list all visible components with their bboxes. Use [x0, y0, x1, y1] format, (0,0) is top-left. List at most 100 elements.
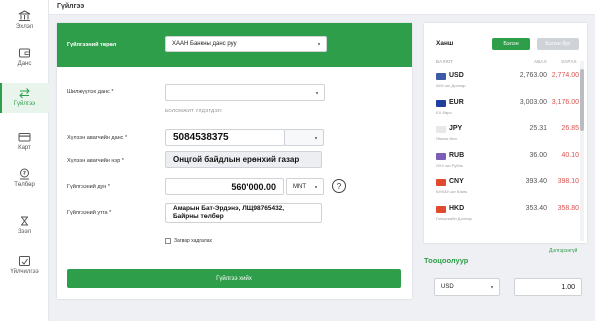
amount-label: Гүйлгээний дүн * — [67, 184, 111, 190]
rate-row: HKD Гонконгийн Доллар 353.40 358.80 — [424, 203, 587, 231]
flag-icon — [436, 126, 446, 133]
recipient-account-dropdown[interactable]: ▼ — [284, 129, 324, 146]
currency-value: MNT — [293, 183, 306, 190]
sidebar-item-transfer[interactable]: Гүйлгээ — [0, 83, 49, 113]
currency-name: АНУ-ын Доллар — [436, 83, 466, 88]
card-icon — [0, 131, 49, 143]
sell-rate: 2,774.00 — [551, 72, 579, 79]
rate-row: RUB ОХУ-ын Рубль 36.00 40.10 — [424, 150, 587, 178]
sidebar-item-label: Эхлэл — [15, 24, 34, 30]
buy-rate: 3,003.00 — [519, 98, 547, 106]
description-line-1: Амарын Бат-Эрдэнэ, ЛЩ98765432, — [173, 205, 285, 212]
sidebar-item-label: Төлбөр — [14, 182, 35, 188]
recipient-name-label: Хүлээн авагчийн нэр * — [67, 158, 124, 164]
recipient-account-label: Хүлээн авагчийн данс * — [67, 135, 128, 141]
chevron-down-icon: ▼ — [314, 184, 318, 189]
save-template-label: Загвар хадгалах — [174, 238, 213, 244]
column-sell: ЗАРАХ — [561, 59, 577, 64]
calculator-title: Тооцоолуур — [424, 256, 469, 265]
currency-name: EX Евро — [436, 109, 452, 115]
save-template-checkbox[interactable] — [165, 238, 171, 244]
description-line-2: Байрны төлбөр — [173, 213, 224, 220]
submit-button[interactable]: Гүйлгээ хийх — [67, 269, 401, 288]
sidebar-item-label: Гүйлгээ — [13, 101, 36, 107]
calculator-currency-select[interactable]: USD ▼ — [434, 278, 500, 296]
currency-code: CNY — [449, 178, 464, 185]
help-icon-glyph: ? — [336, 181, 342, 191]
help-icon[interactable]: ? — [332, 179, 346, 193]
rate-row: USD АНУ-ын Доллар 2,763.00 2,774.00 — [424, 70, 587, 98]
sidebar-item-label: Зээл — [17, 229, 32, 235]
currency-name: Японы Иен — [436, 136, 457, 141]
rate-row: CNY БНХАУ-ын Юань 393.40 398.10 — [424, 176, 587, 204]
buy-rate: 36.00 — [529, 151, 547, 159]
account-icon — [0, 47, 49, 59]
transaction-type-value: ХААН Банкны данс руу — [172, 41, 237, 47]
tab-noncash-label: Бэлэн бус — [545, 41, 571, 47]
buy-rate: 393.40 — [525, 178, 547, 185]
buy-rate: 353.40 — [525, 204, 547, 212]
currency-code: USD — [449, 72, 464, 79]
sidebar-item-label: Карт — [18, 145, 31, 151]
from-account-label: Шилжүүлэх данс * — [67, 89, 114, 95]
top-bar: Гүйлгээ — [49, 0, 595, 15]
page-title: Гүйлгээ — [57, 3, 85, 10]
rate-row: EUR EX Евро 3,003.00 3,176.00 — [424, 97, 587, 125]
sell-rate: 40.10 — [561, 151, 579, 159]
recipient-account-input[interactable]: 5084538375 — [165, 129, 285, 146]
transaction-type-label: Гүйлгээний төрөл — [67, 42, 117, 48]
amount-value: 560'000.00 — [231, 181, 276, 192]
sidebar-item-label: Данс — [17, 61, 32, 67]
sidebar-item-label: Үйлчилгээ — [10, 269, 39, 275]
sell-rate: 26.85 — [561, 125, 579, 132]
currency-code: HKD — [449, 204, 465, 212]
currency-code: JPY — [449, 125, 463, 132]
calculator-amount-input[interactable]: 1.00 — [514, 278, 582, 296]
sidebar-item-loan[interactable]: Зээл — [0, 215, 49, 239]
rate-row: JPY Японы Иен 25.31 26.85 — [424, 123, 587, 151]
calculator-amount-value: 1.00 — [561, 283, 575, 291]
tab-cash[interactable]: Бэлэн — [492, 38, 530, 50]
payment-icon: ₮ — [0, 168, 49, 180]
sidebar-item-payment[interactable]: ₮ Төлбөр — [0, 168, 49, 192]
transaction-type-select[interactable]: ХААН Банкны данс руу ▼ — [165, 36, 327, 52]
sidebar-item-account[interactable]: Данс — [0, 47, 49, 71]
currency-name: Гонконгийн Доллар — [436, 215, 472, 221]
recipient-name-value: Онцгой байдлын ерөнхий газар — [173, 155, 300, 164]
currency-name: БНХАУ-ын Юань — [436, 189, 468, 194]
flag-icon — [436, 152, 446, 160]
amount-input[interactable]: 560'000.00 — [165, 178, 284, 195]
flag-icon — [436, 99, 446, 107]
transfer-icon — [0, 87, 49, 99]
available-balance-label: БОЛОМЖИТ ҮЛДЭГДЭЛ: — [165, 108, 223, 113]
rates-scrollbar[interactable] — [580, 61, 584, 241]
exchange-rates-panel: Ханш Бэлэн Бэлэн бус ВАЛЮТ АВАХ ЗАРАХ US… — [424, 23, 587, 243]
buy-rate: 25.31 — [529, 125, 547, 132]
rates-title: Ханш — [436, 40, 454, 47]
tab-cash-label: Бэлэн — [503, 41, 519, 47]
description-label: Гүйлгээний утга * — [67, 210, 112, 216]
description-input[interactable]: Амарын Бат-Эрдэнэ, ЛЩ98765432, Байрны тө… — [165, 203, 322, 223]
chevron-down-icon: ▼ — [317, 41, 321, 47]
sidebar: Эхлэл Данс Гүйлгээ Карт ₮ Төлбөр Зээл Үй… — [0, 0, 49, 321]
details-link[interactable]: Дэлгэрэнгүй — [549, 248, 577, 254]
sidebar-item-card[interactable]: Карт — [0, 131, 49, 155]
recipient-account-value: 5084538375 — [173, 132, 229, 143]
flag-icon — [436, 205, 446, 213]
transfer-form: Гүйлгээний төрөл ХААН Банкны данс руу ▼ … — [57, 23, 412, 299]
rates-scroll-thumb[interactable] — [580, 69, 584, 131]
sidebar-item-home[interactable]: Эхлэл — [0, 10, 49, 34]
from-account-select[interactable]: ▼ — [165, 84, 325, 101]
sell-rate: 358.80 — [557, 204, 579, 212]
submit-button-label: Гүйлгээ хийх — [216, 275, 252, 282]
chevron-down-icon: ▼ — [315, 90, 319, 95]
tab-noncash[interactable]: Бэлэн бус — [537, 38, 579, 50]
currency-select[interactable]: MNT ▼ — [286, 178, 324, 195]
currency-code: RUB — [449, 151, 465, 159]
column-currency: ВАЛЮТ — [436, 59, 454, 64]
flag-icon — [436, 179, 446, 186]
chevron-down-icon: ▼ — [314, 135, 318, 140]
sell-rate: 398.10 — [557, 178, 579, 185]
sidebar-item-service[interactable]: Үйлчилгээ — [0, 255, 49, 279]
chevron-down-icon: ▼ — [490, 284, 494, 290]
